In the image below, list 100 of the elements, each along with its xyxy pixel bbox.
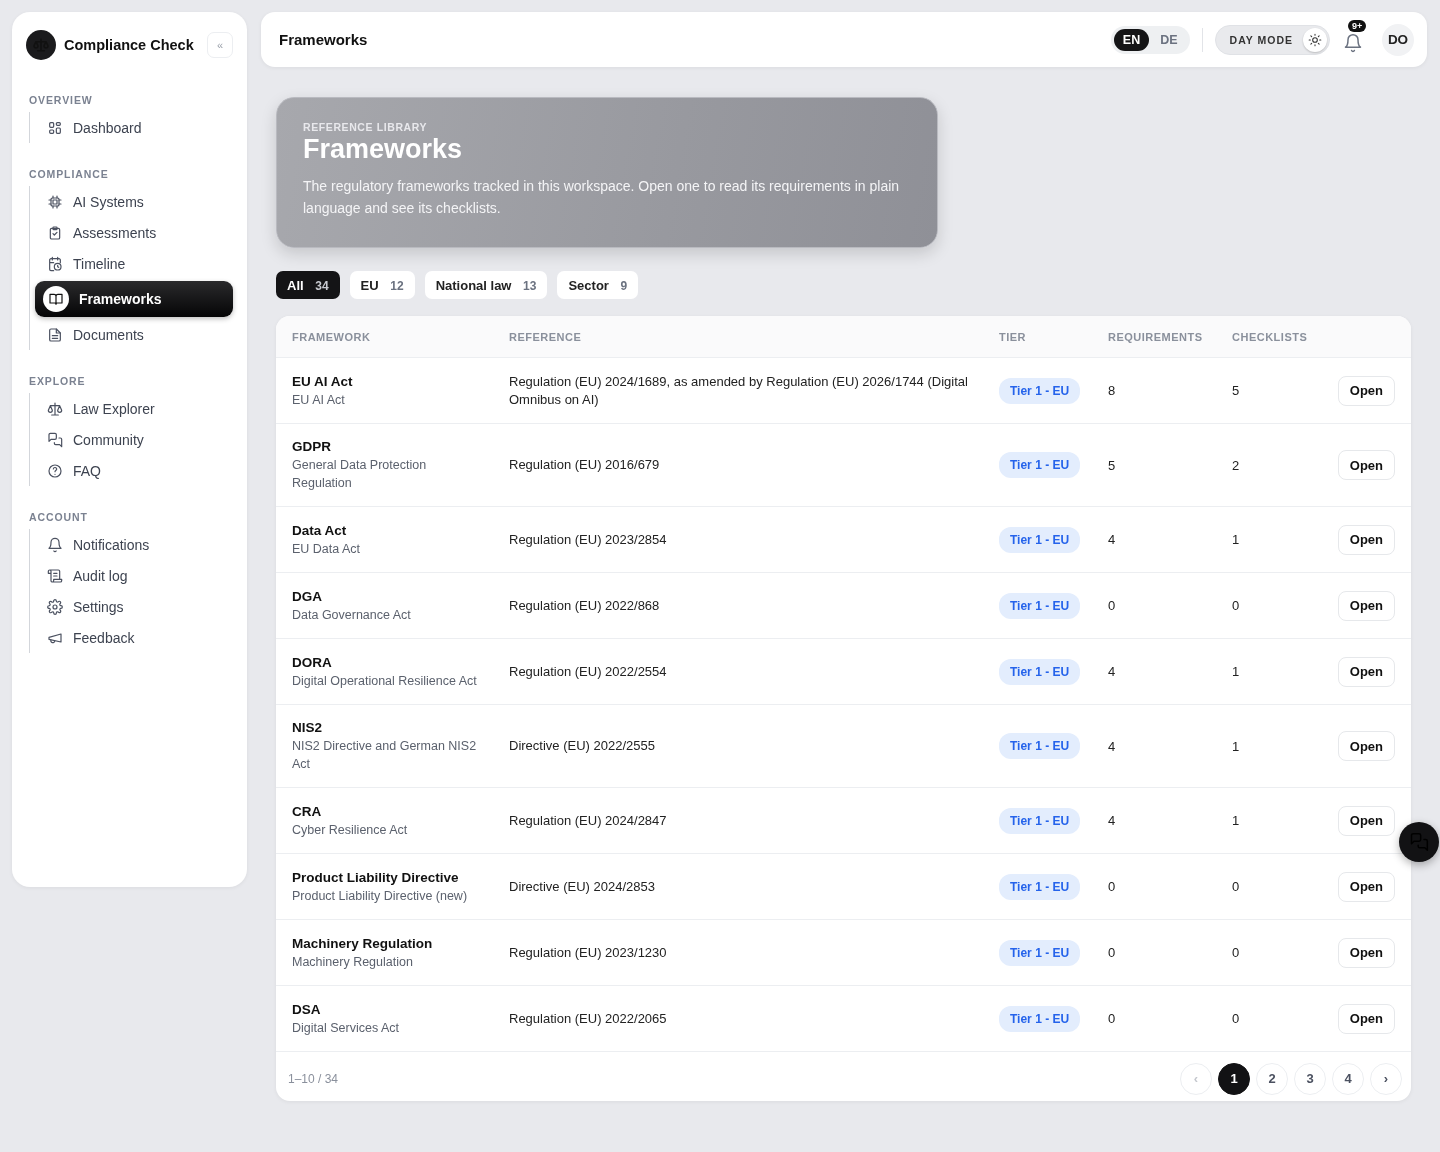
filter-chip[interactable]: National law 13 [424,271,548,299]
checklists-cell-text: 1 [1232,813,1241,828]
tier-tag: Tier 1 - EU [999,1005,1081,1032]
hero-eyebrow: REFERENCE LIBRARY [303,121,429,133]
section-heading: ACCOUNT [29,511,89,523]
framework-subtitle: Product Liability Directive (new) [292,887,469,905]
column-header: CHECKLISTS [1232,330,1309,343]
nav-item[interactable]: Dashboard [30,112,233,143]
tier-tag: Tier 1 - EU [999,452,1081,478]
open-button[interactable]: Open [1337,937,1395,968]
scroll-icon [47,567,63,584]
checklists-cell-text: 1 [1232,664,1241,679]
requirements-cell-text: 0 [1108,1011,1117,1026]
requirements-cell-text: 0 [1108,598,1117,613]
theme-toggle[interactable]: DAY MODE [1214,24,1330,55]
framework-name: DSA [292,1000,322,1019]
filter-chip[interactable]: All 34 [276,271,340,299]
chip-icon [47,193,63,210]
open-button[interactable]: Open [1337,450,1395,480]
requirements-cell-text: 0 [1108,879,1117,894]
framework-subtitle: Data Governance Act [292,606,412,624]
language-option[interactable]: DE [1151,28,1187,51]
grid-icon [47,119,63,136]
column-header: FRAMEWORK [292,330,372,343]
framework-name: EU AI Act [292,372,354,391]
requirements-cell-text: 4 [1108,813,1117,828]
checklists-cell-text: 1 [1232,738,1241,754]
nav-item[interactable]: Notifications [30,529,233,560]
reference-cell-text: Regulation (EU) 2024/2847 [509,811,668,830]
nav-item[interactable]: AI Systems [30,186,233,217]
nav-item[interactable]: Documents [30,319,233,350]
scales-icon [47,400,63,417]
open-button[interactable]: Open [1337,871,1395,902]
reference-cell-text: Regulation (EU) 2016/679 [509,456,661,474]
requirements-cell-text: 4 [1108,664,1117,679]
page-button[interactable]: 3 [1294,1062,1326,1095]
column-header: TIER [999,330,1028,343]
framework-name: Product Liability Directive [292,868,460,887]
open-button[interactable]: Open [1337,590,1395,621]
framework-subtitle: EU Data Act [292,540,362,558]
notifications-button[interactable] [1342,32,1364,55]
open-button[interactable]: Open [1337,656,1395,687]
nav-item[interactable]: Audit log [30,560,233,591]
framework-name: DGA [292,587,323,606]
framework-subtitle: General Data Protection Regulation [292,457,428,492]
reference-cell-text: Directive (EU) 2024/2853 [509,877,656,896]
requirements-cell-text: 4 [1108,532,1117,547]
filter-chip[interactable]: Sector 9 [557,271,639,299]
framework-subtitle: Digital Operational Resilience Act [292,672,478,690]
column-header: REFERENCE [509,330,583,343]
filter-chip[interactable]: EU 12 [349,271,415,299]
nav-item[interactable]: Law Explorer [30,393,233,424]
nav-item[interactable]: Settings [30,591,233,622]
framework-subtitle: EU AI Act [292,391,346,409]
language-option[interactable]: EN [1113,28,1150,51]
bell-icon [47,536,63,553]
tier-tag: Tier 1 - EU [999,939,1081,966]
framework-name: Machinery Regulation [292,934,434,953]
nav-item[interactable]: Timeline [30,248,233,279]
checklists-cell-text: 0 [1232,945,1241,960]
framework-subtitle: Digital Services Act [292,1019,400,1037]
sun-icon [1303,27,1327,52]
open-button[interactable]: Open [1337,1003,1395,1034]
hero-title: Frameworks [303,134,464,165]
page-button[interactable]: 4 [1332,1062,1364,1095]
open-button[interactable]: Open [1337,731,1395,761]
open-button[interactable]: Open [1337,805,1395,836]
checklists-cell-text: 1 [1232,532,1241,547]
framework-name: DORA [292,653,333,672]
section-heading: COMPLIANCE [29,168,110,180]
book-icon [43,286,69,312]
open-button[interactable]: Open [1337,524,1395,555]
column-header: REQUIREMENTS [1108,330,1204,343]
user-avatar[interactable]: DO [1382,23,1414,56]
requirements-cell-text: 8 [1108,383,1117,398]
reference-cell-text: Regulation (EU) 2022/868 [509,596,661,615]
page-button[interactable]: 1 [1218,1062,1250,1095]
clipboard-icon [47,224,63,241]
requirements-cell-text: 4 [1108,738,1117,754]
open-button[interactable]: Open [1337,375,1395,406]
nav-item[interactable]: Frameworks [35,281,233,317]
document-icon [47,326,63,343]
checklists-cell-text: 0 [1232,598,1241,613]
framework-subtitle: Machinery Regulation [292,953,414,971]
nav-item[interactable]: Assessments [30,217,233,248]
section-heading: EXPLORE [29,375,87,387]
nav-item[interactable]: Feedback [30,622,233,653]
chat-button[interactable] [1399,822,1439,862]
tier-tag: Tier 1 - EU [999,377,1081,404]
page-title: Frameworks [279,31,368,48]
checklists-cell-text: 2 [1232,457,1241,473]
framework-subtitle: Cyber Resilience Act [292,821,409,839]
framework-subtitle: NIS2 Directive and German NIS2 Act [292,738,478,773]
help-icon [47,462,63,479]
next-page-button[interactable]: › [1370,1062,1402,1095]
page-button[interactable]: 2 [1256,1062,1288,1095]
nav-item[interactable]: Community [30,424,233,455]
framework-name: Data Act [292,521,348,540]
nav-item[interactable]: FAQ [30,455,233,486]
framework-name: CRA [292,802,323,821]
